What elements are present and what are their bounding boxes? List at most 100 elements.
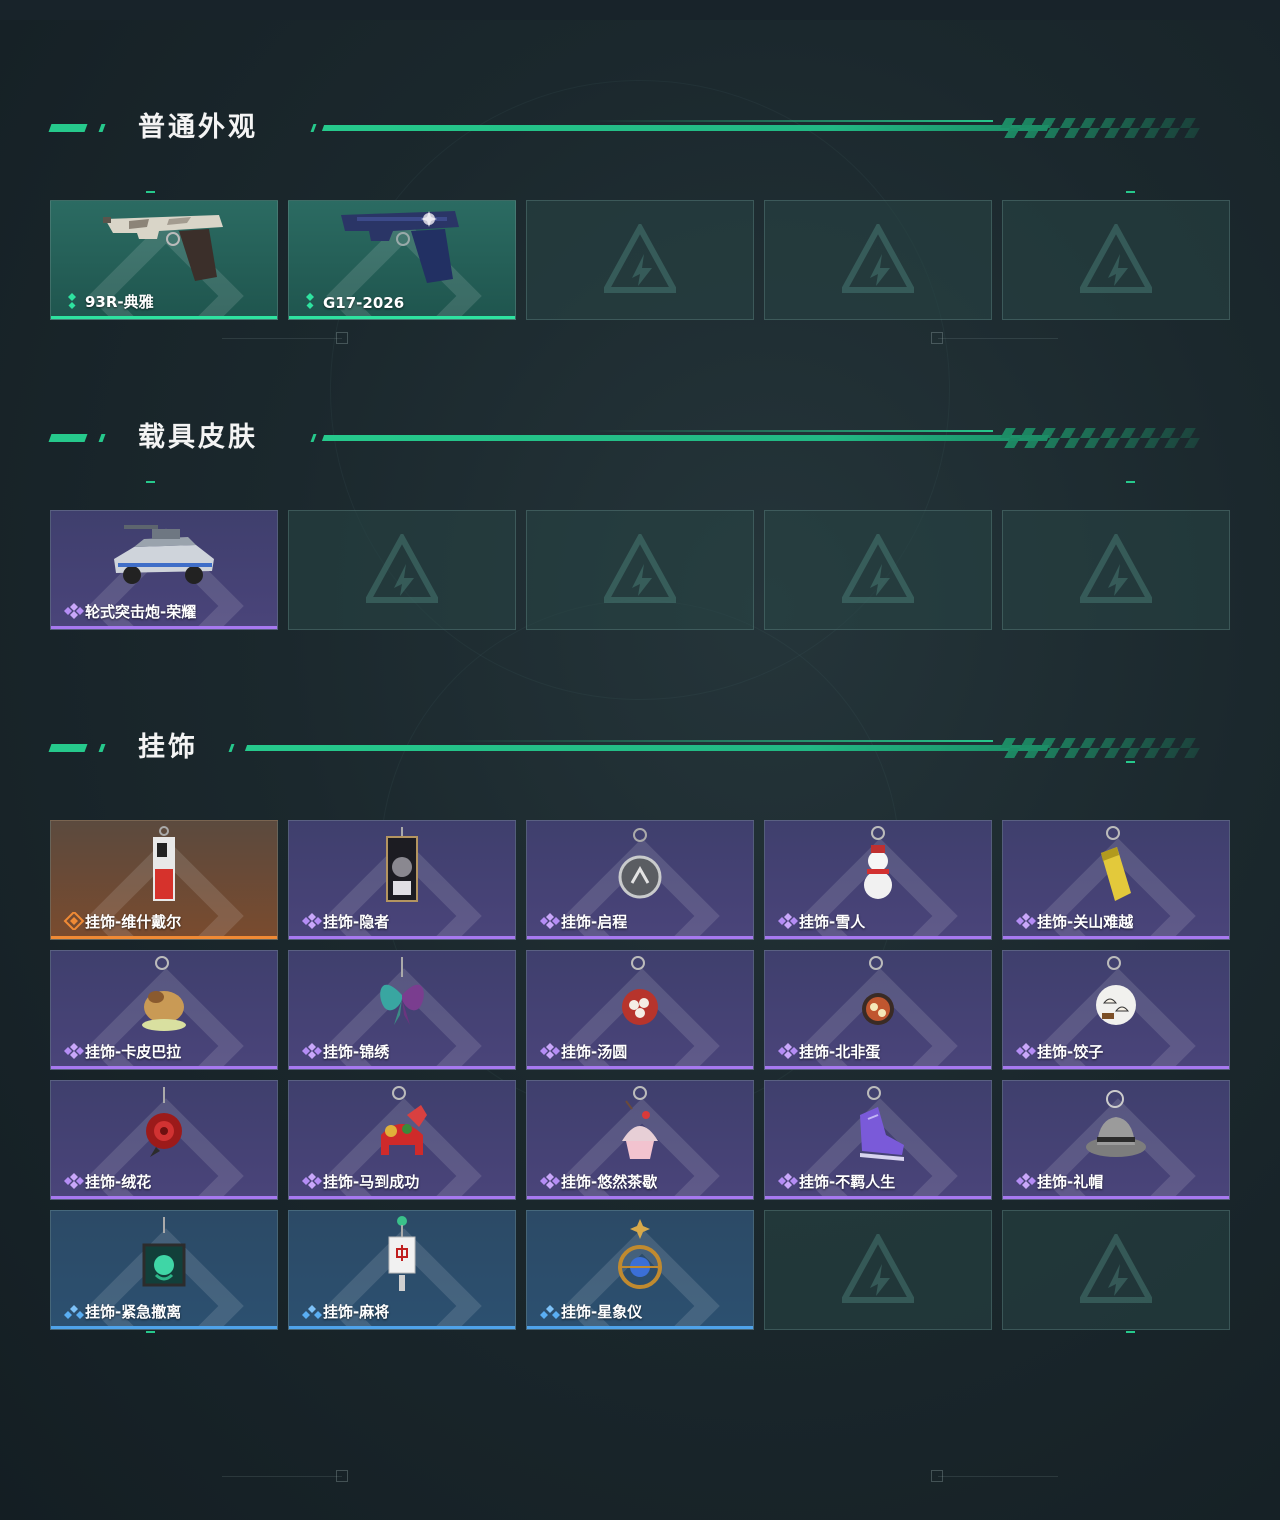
item-name: 挂饰-汤圆 <box>561 1043 628 1061</box>
item-card[interactable]: 挂饰-紧急撤离 <box>50 1210 278 1330</box>
item-card[interactable]: 挂饰-马到成功 <box>288 1080 516 1200</box>
item-name: 挂饰-维什戴尔 <box>85 913 182 931</box>
cupcake-charm-icon <box>610 1085 670 1173</box>
item-card[interactable]: 挂饰-锦绣 <box>288 950 516 1070</box>
flower-charm-icon <box>134 1085 194 1173</box>
rarity-bar <box>1003 1196 1229 1199</box>
bowl-charm-icon <box>610 955 670 1043</box>
item-name: G17-2026 <box>323 294 405 312</box>
bg-line <box>222 338 342 339</box>
item-card[interactable]: 挂饰-北非蛋 <box>764 950 992 1070</box>
bg-tick <box>931 332 943 344</box>
item-card[interactable]: 挂饰-饺子 <box>1002 950 1230 1070</box>
item-name: 挂饰-不羁人生 <box>799 1173 896 1191</box>
header-accent-bar <box>48 744 88 752</box>
rarity-bar <box>51 1066 277 1069</box>
item-card[interactable]: 挂饰-关山难越 <box>1002 820 1230 940</box>
rarity-purple-icon <box>539 1172 560 1190</box>
item-card[interactable]: 挂饰-雪人 <box>764 820 992 940</box>
header-accent-bar <box>48 434 88 442</box>
mahjong-charm-icon <box>377 1215 427 1303</box>
item-name: 挂饰-北非蛋 <box>799 1043 881 1061</box>
item-name: 挂饰-紧急撤离 <box>85 1303 182 1321</box>
rarity-purple-icon <box>301 912 322 930</box>
header-line <box>244 745 1050 751</box>
item-card[interactable]: 93R-典雅 <box>50 200 278 320</box>
game-logo-icon <box>1076 531 1156 606</box>
item-card[interactable]: 挂饰-不羁人生 <box>764 1080 992 1200</box>
bg-tick <box>931 1470 943 1482</box>
item-card[interactable]: 挂饰-绒花 <box>50 1080 278 1200</box>
bg-tick <box>336 332 348 344</box>
rarity-bar <box>289 1066 515 1069</box>
item-card[interactable]: 挂饰-隐者 <box>288 820 516 940</box>
rarity-bar <box>527 1066 753 1069</box>
corner-mark <box>146 191 155 193</box>
hat-charm-icon <box>1081 1085 1151 1173</box>
corner-mark <box>1126 191 1135 193</box>
rarity-purple-icon <box>777 1042 798 1060</box>
rarity-purple-icon <box>539 1042 560 1060</box>
header-checker <box>994 118 1206 138</box>
item-card[interactable]: 挂饰-麻将 <box>288 1210 516 1330</box>
bg-tick <box>336 1470 348 1482</box>
item-card[interactable]: 挂饰-汤圆 <box>526 950 754 1070</box>
corner-mark <box>1126 1331 1135 1333</box>
item-card[interactable]: G17-2026 <box>288 200 516 320</box>
rarity-bar <box>289 936 515 939</box>
header-line <box>321 125 1050 131</box>
rarity-bar <box>51 626 277 629</box>
rarity-purple-icon <box>777 1172 798 1190</box>
item-name: 挂饰-礼帽 <box>1037 1173 1104 1191</box>
rarity-bar <box>51 1196 277 1199</box>
charm-grid: 挂饰-维什戴尔 挂饰-隐者 挂饰-启程 挂饰-雪人 挂饰-关山难越挂饰-卡皮巴拉 挂饰-锦… <box>50 820 1230 1330</box>
item-card[interactable]: 轮式突击炮-荣耀 <box>50 510 278 630</box>
corner-mark <box>1126 761 1135 763</box>
weapon-grid: 93R-典雅 G17-2026 <box>50 200 1230 320</box>
pistol-93r-icon <box>99 205 229 293</box>
corner-mark <box>146 481 155 483</box>
snowman-charm-icon <box>853 825 903 913</box>
item-card[interactable]: 挂饰-启程 <box>526 820 754 940</box>
bg-line <box>938 1476 1058 1477</box>
butterfly-charm-icon <box>370 955 434 1043</box>
header-thin-line <box>448 740 993 742</box>
bg-line <box>938 338 1058 339</box>
rarity-purple-icon <box>301 1172 322 1190</box>
armored-vehicle-icon <box>104 515 224 603</box>
rarity-bar <box>289 1196 515 1199</box>
item-name: 挂饰-隐者 <box>323 913 390 931</box>
item-name: 挂饰-绒花 <box>85 1173 152 1191</box>
item-name: 挂饰-卡皮巴拉 <box>85 1043 182 1061</box>
game-logo-icon <box>1076 221 1156 296</box>
item-card[interactable]: 挂饰-悠然茶歇 <box>526 1080 754 1200</box>
pistol-g17-icon <box>337 205 467 293</box>
header-accent-bar <box>98 744 106 752</box>
item-card[interactable]: 挂饰-星象仪 <box>526 1210 754 1330</box>
section-title: 挂饰 <box>138 732 198 763</box>
round-badge-charm-icon <box>610 825 670 913</box>
rarity-green-icon <box>301 292 319 310</box>
game-logo-icon <box>838 221 918 296</box>
rarity-bar <box>765 1066 991 1069</box>
item-card[interactable]: 挂饰-卡皮巴拉 <box>50 950 278 1070</box>
corner-mark <box>146 1331 155 1333</box>
item-name: 挂饰-饺子 <box>1037 1043 1104 1061</box>
game-logo-icon <box>362 531 442 606</box>
rarity-purple-icon <box>539 912 560 930</box>
item-name: 挂饰-马到成功 <box>323 1173 420 1191</box>
rarity-orange-icon <box>63 910 85 932</box>
item-card[interactable]: 挂饰-礼帽 <box>1002 1080 1230 1200</box>
header-accent-bar <box>48 124 88 132</box>
rarity-bar <box>51 316 277 319</box>
empty-slot <box>288 510 516 630</box>
section-title: 载具皮肤 <box>138 422 258 453</box>
item-name: 挂饰-雪人 <box>799 913 866 931</box>
vehicle-grid: 轮式突击炮-荣耀 <box>50 510 1230 630</box>
item-name: 挂饰-麻将 <box>323 1303 390 1321</box>
item-name: 挂饰-悠然茶歇 <box>561 1173 658 1191</box>
item-card[interactable]: 挂饰-维什戴尔 <box>50 820 278 940</box>
game-logo-icon <box>1076 1231 1156 1306</box>
empty-slot <box>1002 200 1230 320</box>
header-line <box>321 435 1050 441</box>
